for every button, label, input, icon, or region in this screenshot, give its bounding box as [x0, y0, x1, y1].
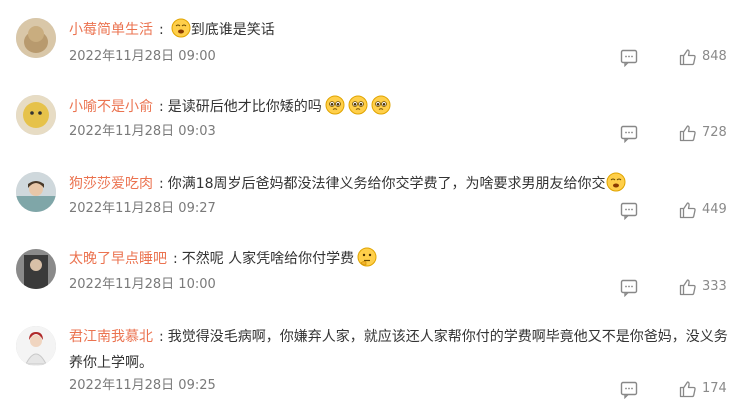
like-count: 333 [702, 279, 727, 294]
username-link[interactable]: 君江南我慕北 [69, 329, 153, 345]
comment-text: 到底谁是笑话 [190, 22, 275, 38]
comment-text: 是读研后他才比你矮的吗 [167, 99, 322, 115]
timestamp: 2022年11月28日 09:03 [69, 124, 216, 139]
timestamp: 2022年11月28日 10:00 [69, 277, 216, 292]
colon: : [159, 176, 164, 192]
avatar[interactable] [16, 172, 56, 212]
username-link[interactable]: 狗莎莎爱吃肉 [69, 176, 153, 192]
avatar[interactable] [16, 249, 56, 289]
like-count: 728 [702, 125, 727, 140]
yawn-emoji-icon [171, 18, 191, 38]
like-count: 848 [702, 49, 727, 64]
username-link[interactable]: 小喻不是小俞 [69, 99, 153, 115]
thumbs-up-icon[interactable] [678, 379, 698, 399]
timestamp: 2022年11月28日 09:27 [69, 201, 216, 216]
share-icon[interactable] [619, 47, 639, 67]
yawn-emoji-icon [606, 172, 626, 192]
pleading-face-emoji-icon [348, 95, 368, 115]
avatar[interactable] [16, 326, 56, 366]
thumbs-up-icon[interactable] [678, 200, 698, 220]
thumbs-up-icon[interactable] [678, 123, 698, 143]
thumbs-up-icon[interactable] [678, 277, 698, 297]
comment-text: 不然呢 人家凭啥给你付学费 [181, 251, 355, 267]
colon: : [173, 251, 178, 267]
timestamp: 2022年11月28日 09:25 [69, 378, 216, 393]
pleading-face-emoji-icon [325, 95, 345, 115]
share-icon[interactable] [619, 379, 639, 399]
avatar[interactable] [16, 18, 56, 58]
like-count: 174 [702, 381, 727, 396]
timestamp: 2022年11月28日 09:00 [69, 49, 216, 64]
thumbs-up-icon[interactable] [678, 47, 698, 67]
share-icon[interactable] [619, 277, 639, 297]
avatar[interactable] [16, 95, 56, 135]
colon: : [159, 329, 164, 345]
thinking-face-emoji-icon [357, 247, 377, 267]
username-link[interactable]: 小莓简单生活 [69, 22, 153, 38]
colon: : [159, 99, 164, 115]
like-count: 449 [702, 202, 727, 217]
colon: : [159, 22, 164, 38]
username-link[interactable]: 太晚了早点睡吧 [69, 251, 167, 267]
comment-text: 我觉得没毛病啊，你嫌弃人家，就应该还人家帮你付的学费啊毕竟他又不是你爸妈，没义务… [69, 329, 728, 371]
share-icon[interactable] [619, 200, 639, 220]
pleading-face-emoji-icon [371, 95, 391, 115]
comment-text: 你满18周岁后爸妈都没法律义务给你交学费了，为啥要求男朋友给你交 [167, 176, 606, 192]
share-icon[interactable] [619, 123, 639, 143]
